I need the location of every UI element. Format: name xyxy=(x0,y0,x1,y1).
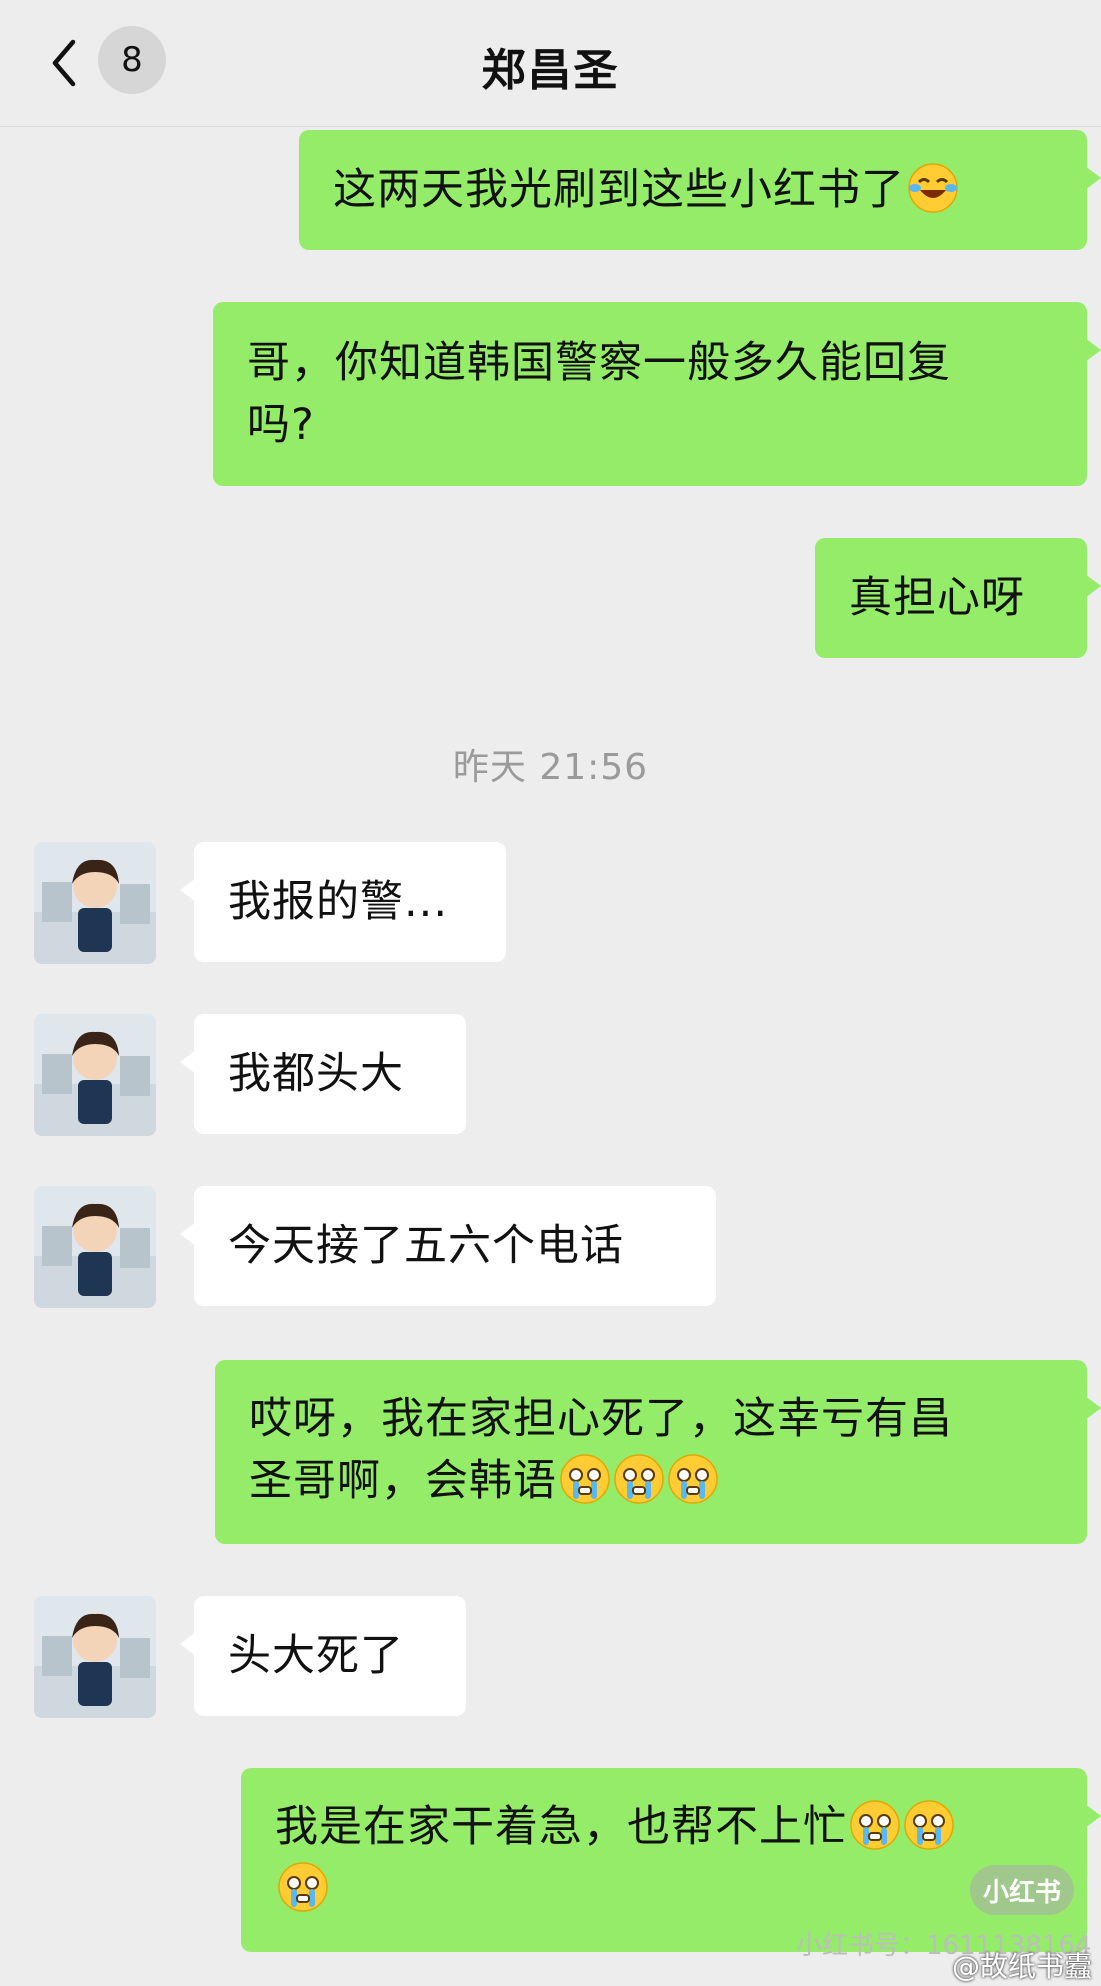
message-text: 头大死了 xyxy=(228,1631,404,1681)
message-bubble-incoming[interactable]: 今天接了五六个电话 xyxy=(180,1186,716,1306)
message-bubble-outgoing[interactable]: 这两天我光刷到这些小红书了 xyxy=(299,130,1101,250)
message-bubble-incoming[interactable]: 我报的警... xyxy=(180,842,506,962)
message-text: 我报的警... xyxy=(228,877,449,927)
message-text-line-wrap xyxy=(275,1858,1053,1920)
message-text-line: 我是在家干着急，也帮不上忙 xyxy=(275,1802,847,1852)
crying-emoji-icon xyxy=(277,1861,329,1913)
message-text-line: 哎呀，我在家担心死了，这幸亏有昌 xyxy=(249,1394,953,1444)
message-text: 真担心呀 xyxy=(849,573,1025,623)
chat-title: 郑昌圣 xyxy=(481,45,620,96)
chat-timestamp: 昨天 21:56 xyxy=(452,747,649,788)
crying-emoji-icon xyxy=(667,1453,719,1505)
message-text-line: 哥，你知道韩国警察一般多久能回复 xyxy=(247,338,951,388)
message-text-line: 吗? xyxy=(247,400,315,450)
message-text-line-wrap: 圣哥啊，会韩语 xyxy=(249,1450,1053,1512)
message-bubble-outgoing[interactable]: 真担心呀 xyxy=(815,538,1101,658)
avatar-image xyxy=(34,842,156,964)
xiaohongshu-logo-watermark: 小红书 xyxy=(970,1865,1074,1915)
message-text-line-wrap: 我是在家干着急，也帮不上忙 xyxy=(275,1796,1053,1858)
message-text: 今天接了五六个电话 xyxy=(228,1221,624,1271)
chat-header: 8 郑昌圣 xyxy=(0,0,1101,127)
message-bubble-incoming[interactable]: 头大死了 xyxy=(180,1596,466,1716)
contact-avatar[interactable] xyxy=(34,842,156,964)
message-text: 这两天我光刷到这些小红书了 xyxy=(333,165,905,215)
weibo-handle-watermark: @故纸书蠹 xyxy=(952,1950,1093,1983)
contact-avatar[interactable] xyxy=(34,1596,156,1718)
crying-emoji-icon xyxy=(849,1799,901,1851)
avatar-image xyxy=(34,1596,156,1718)
message-bubble-outgoing[interactable]: 哎呀，我在家担心死了，这幸亏有昌 圣哥啊，会韩语 xyxy=(215,1360,1101,1544)
message-text: 我都头大 xyxy=(228,1049,404,1099)
avatar-image xyxy=(34,1186,156,1308)
message-bubble-incoming[interactable]: 我都头大 xyxy=(180,1014,466,1134)
laugh-cry-emoji-icon xyxy=(907,162,959,214)
avatar-image xyxy=(34,1014,156,1136)
crying-emoji-icon xyxy=(903,1799,955,1851)
crying-emoji-icon xyxy=(613,1453,665,1505)
contact-avatar[interactable] xyxy=(34,1186,156,1308)
message-bubble-outgoing[interactable]: 哥，你知道韩国警察一般多久能回复 吗? xyxy=(213,302,1101,486)
message-text-line: 圣哥啊，会韩语 xyxy=(249,1456,557,1506)
contact-avatar[interactable] xyxy=(34,1014,156,1136)
crying-emoji-icon xyxy=(559,1453,611,1505)
